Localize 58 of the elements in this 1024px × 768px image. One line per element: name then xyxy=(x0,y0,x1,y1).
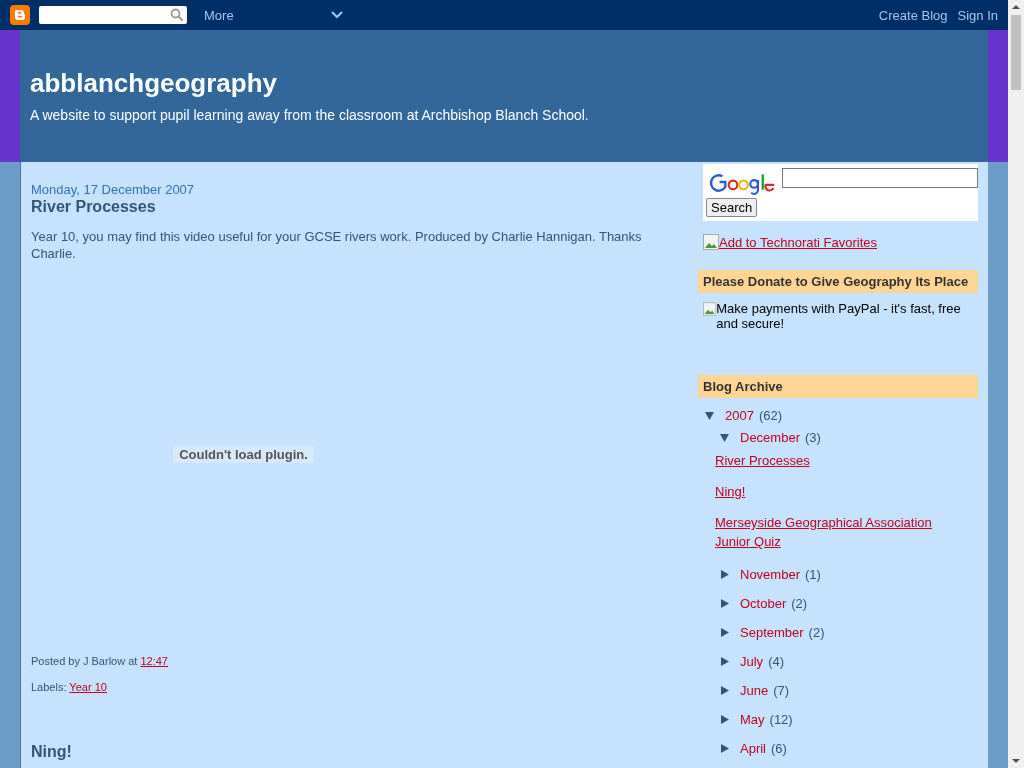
post-count: (4) xyxy=(768,653,784,669)
archive-post-link[interactable]: Merseyside Geographical Association Junior Quiz xyxy=(715,513,935,551)
post-count: (3) xyxy=(804,429,821,445)
navbar-link[interactable]: Sign In xyxy=(957,7,998,23)
archive-year-link[interactable]: 2007 xyxy=(725,407,754,423)
image-alt-text: Make payments with PayPal - it's fast, free and secure! xyxy=(716,301,962,331)
search-button[interactable]: Search xyxy=(706,198,758,217)
archive-post-link[interactable]: Ning! xyxy=(715,482,746,501)
scrollbar-thumb[interactable] xyxy=(1011,15,1021,90)
widget-heading: Blog Archive xyxy=(698,375,978,398)
archive-post-link[interactable]: River Processes xyxy=(715,451,810,470)
navbar-link[interactable]: Create Blog xyxy=(878,7,948,23)
blog-title[interactable]: abblanchgeography xyxy=(30,68,978,99)
triangle-right-icon[interactable] xyxy=(720,743,729,753)
triangle-right-icon[interactable] xyxy=(720,685,729,695)
search-icon[interactable] xyxy=(170,8,184,22)
triangle-right-icon[interactable] xyxy=(720,569,729,579)
triangle-down-icon[interactable] xyxy=(720,432,729,442)
archive-month-link[interactable]: June xyxy=(740,682,769,698)
archive-month-link[interactable]: July xyxy=(740,653,764,669)
scrollbar[interactable] xyxy=(1008,0,1024,768)
post-count: (1) xyxy=(804,566,821,582)
triangle-right-icon[interactable] xyxy=(720,714,729,724)
post-title[interactable]: Ning! xyxy=(31,743,677,761)
technorati-link[interactable]: Add to Technorati Favorites xyxy=(719,234,877,250)
archive-month-link[interactable]: April xyxy=(740,740,766,756)
search-field[interactable] xyxy=(39,6,187,24)
broken-image-icon xyxy=(703,301,717,317)
archive-month-link[interactable]: September xyxy=(740,624,804,640)
search-input[interactable] xyxy=(782,168,978,188)
post-count: (7) xyxy=(773,682,790,698)
post-count: (6) xyxy=(771,740,787,756)
post-title[interactable]: River Processes xyxy=(31,198,677,216)
archive-month-link[interactable]: November xyxy=(740,566,800,582)
widget-heading: Please Donate to Give Geography Its Place xyxy=(698,270,978,293)
triangle-right-icon[interactable] xyxy=(720,656,729,666)
archive-month-link[interactable]: October xyxy=(740,595,787,611)
post-count: (12) xyxy=(769,711,793,727)
post-text: Year 10, you may find this video useful for your GCSE rivers work. Produced by Charlie Hannigan. Thanks Charlie. xyxy=(31,228,643,262)
post-author: Posted by J Barlow at xyxy=(31,655,138,667)
post-count: (2) xyxy=(808,624,825,640)
triangle-right-icon[interactable] xyxy=(720,627,729,637)
labels-caption: Labels: xyxy=(31,681,67,693)
more-menu[interactable]: More xyxy=(204,7,234,23)
triangle-down-icon[interactable] xyxy=(705,410,714,420)
triangle-right-icon[interactable] xyxy=(720,598,729,608)
blogger-logo-icon[interactable] xyxy=(10,5,30,25)
chevron-down-icon[interactable] xyxy=(330,11,343,19)
broken-image-icon xyxy=(703,234,719,250)
label-link[interactable]: Year 10 xyxy=(69,681,107,693)
post-date: Monday, 17 December 2007 xyxy=(31,182,196,197)
blog-description: A website to support pupil learning away from the classroom at Archbishop Blanch School. xyxy=(30,107,590,123)
plugin-error-message: Couldn't load plugin. xyxy=(173,446,314,463)
post-count: (62) xyxy=(758,407,783,423)
post-count: (2) xyxy=(791,595,808,611)
archive-month-link[interactable]: May xyxy=(740,711,765,727)
archive-month-link[interactable]: December xyxy=(740,429,800,445)
post-time-link[interactable]: 12:47 xyxy=(140,655,168,667)
